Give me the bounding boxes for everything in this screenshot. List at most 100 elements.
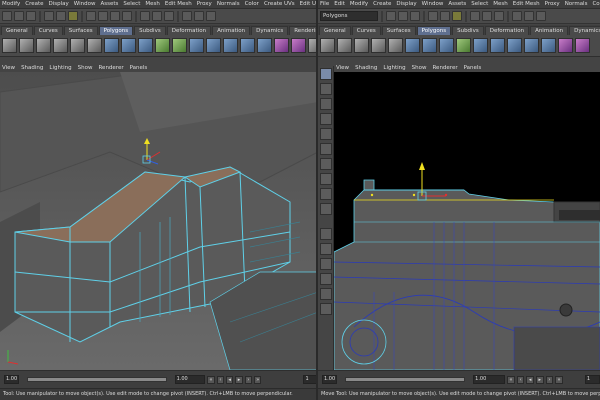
shelf-tab-animation[interactable]: Animation <box>212 26 251 35</box>
panel-menu-show[interactable]: Show <box>412 65 427 71</box>
menu-display[interactable]: Display <box>49 1 69 7</box>
lasso-tool-icon[interactable] <box>319 83 332 95</box>
layout-graph-icon[interactable] <box>319 288 332 300</box>
poly-cylinder-icon[interactable] <box>36 38 51 53</box>
combine-icon[interactable] <box>405 38 420 53</box>
menu-modify[interactable]: Modify <box>2 1 20 7</box>
step-back-icon[interactable]: ‹ <box>516 375 525 384</box>
select-hierarchy-icon[interactable] <box>428 11 438 21</box>
snap-grid-icon[interactable] <box>86 11 96 21</box>
menu-normals[interactable]: Normals <box>217 1 240 7</box>
append-polygon-icon[interactable] <box>189 38 204 53</box>
render-settings-icon[interactable] <box>536 11 546 21</box>
poly-sphere-icon[interactable] <box>2 38 17 53</box>
channel-box-icon[interactable] <box>206 11 216 21</box>
universal-manipulator-icon[interactable] <box>319 158 332 170</box>
menu-normals[interactable]: Normals <box>565 1 588 7</box>
scale-tool-icon[interactable] <box>319 143 332 155</box>
menu-select[interactable]: Select <box>471 1 488 7</box>
panel-menu-view[interactable]: View <box>2 65 15 71</box>
split-polygon-icon[interactable] <box>490 38 505 53</box>
render-icon[interactable] <box>140 11 150 21</box>
save-scene-icon[interactable] <box>410 11 420 21</box>
menu-assets[interactable]: Assets <box>100 1 118 7</box>
move-tool-icon[interactable] <box>319 113 332 125</box>
shelf-tab-dynamics[interactable]: Dynamics <box>251 26 289 35</box>
uv-editor-icon[interactable] <box>558 38 573 53</box>
new-scene-icon[interactable] <box>2 11 12 21</box>
menu-display[interactable]: Display <box>396 1 416 7</box>
render-settings-icon[interactable] <box>164 11 174 21</box>
menu-assets[interactable]: Assets <box>448 1 466 7</box>
range-start-field[interactable]: 1.00 <box>4 375 19 384</box>
snap-curve-icon[interactable] <box>482 11 492 21</box>
select-component-icon[interactable] <box>452 11 462 21</box>
range-slider[interactable] <box>26 377 167 382</box>
select-component-icon[interactable] <box>68 11 78 21</box>
snap-surface-icon[interactable] <box>122 11 132 21</box>
separate-icon[interactable] <box>121 38 136 53</box>
layout-two-icon[interactable] <box>319 258 332 270</box>
menu-proxy[interactable]: Proxy <box>545 1 560 7</box>
shelf-tab-animation[interactable]: Animation <box>530 26 569 35</box>
open-scene-icon[interactable] <box>14 11 24 21</box>
menu-create[interactable]: Create <box>373 1 391 7</box>
poly-plane-icon[interactable] <box>388 38 403 53</box>
rotate-tool-icon[interactable] <box>319 128 332 140</box>
step-forward-icon[interactable]: › <box>545 375 554 384</box>
poly-cube-icon[interactable] <box>337 38 352 53</box>
paint-select-tool-icon[interactable] <box>319 98 332 110</box>
insert-edge-loop-icon[interactable] <box>223 38 238 53</box>
history-icon[interactable] <box>182 11 192 21</box>
frame-field-right[interactable]: 1 <box>584 375 600 384</box>
range-start-field[interactable]: 1.00 <box>322 375 338 384</box>
select-object-icon[interactable] <box>56 11 66 21</box>
poly-cone-icon[interactable] <box>371 38 386 53</box>
go-to-start-icon[interactable]: « <box>507 375 515 384</box>
panel-menu-lighting[interactable]: Lighting <box>383 65 405 71</box>
layout-four-icon[interactable] <box>319 243 332 255</box>
shelf-tab-curves[interactable]: Curves <box>33 26 63 35</box>
layout-hypershade-icon[interactable] <box>319 303 332 315</box>
combine-icon[interactable] <box>104 38 119 53</box>
split-polygon-icon[interactable] <box>206 38 221 53</box>
select-tool-icon[interactable] <box>319 68 332 80</box>
menu-edit-mesh[interactable]: Edit Mesh <box>165 1 192 7</box>
shelf-tab-deformation[interactable]: Deformation <box>484 26 530 35</box>
poly-cylinder-icon[interactable] <box>354 38 369 53</box>
menu-file[interactable]: File <box>320 1 329 7</box>
select-object-icon[interactable] <box>440 11 450 21</box>
menu-select[interactable]: Select <box>123 1 140 7</box>
smooth-icon[interactable] <box>155 38 170 53</box>
shelf-tab-curves[interactable]: Curves <box>351 26 381 35</box>
menu-edit[interactable]: Edit <box>334 1 345 7</box>
go-to-start-icon[interactable]: « <box>207 375 215 384</box>
uv-editor-icon[interactable] <box>274 38 289 53</box>
append-polygon-icon[interactable] <box>473 38 488 53</box>
shelf-tab-surfaces[interactable]: Surfaces <box>381 26 416 35</box>
menu-color[interactable]: Color <box>592 1 600 7</box>
panel-menu-renderer[interactable]: Renderer <box>432 65 457 71</box>
shelf-tab-general[interactable]: General <box>319 26 351 35</box>
poly-sphere-icon[interactable] <box>320 38 335 53</box>
shelf-tab-dynamics[interactable]: Dynamics <box>569 26 600 35</box>
play-forward-icon[interactable]: ▸ <box>235 375 243 384</box>
snap-grid-icon[interactable] <box>470 11 480 21</box>
menu-proxy[interactable]: Proxy <box>197 1 212 7</box>
play-backward-icon[interactable]: ◂ <box>526 375 534 384</box>
poly-cone-icon[interactable] <box>53 38 68 53</box>
attribute-editor-icon[interactable] <box>194 11 204 21</box>
shelf-tab-subdivs[interactable]: Subdivs <box>134 26 166 35</box>
snap-point-icon[interactable] <box>494 11 504 21</box>
panel-menu-shading[interactable]: Shading <box>21 65 43 71</box>
step-forward-icon[interactable]: › <box>244 375 253 384</box>
menu-mesh[interactable]: Mesh <box>145 1 159 7</box>
menu-modify[interactable]: Modify <box>350 1 368 7</box>
panel-menu-view[interactable]: View <box>336 65 349 71</box>
ipr-render-icon[interactable] <box>524 11 534 21</box>
shelf-tab-subdivs[interactable]: Subdivs <box>452 26 484 35</box>
shelf-tab-deformation[interactable]: Deformation <box>166 26 212 35</box>
menu-window[interactable]: Window <box>422 1 444 7</box>
play-forward-icon[interactable]: ▸ <box>535 375 544 384</box>
range-slider[interactable] <box>345 377 466 382</box>
